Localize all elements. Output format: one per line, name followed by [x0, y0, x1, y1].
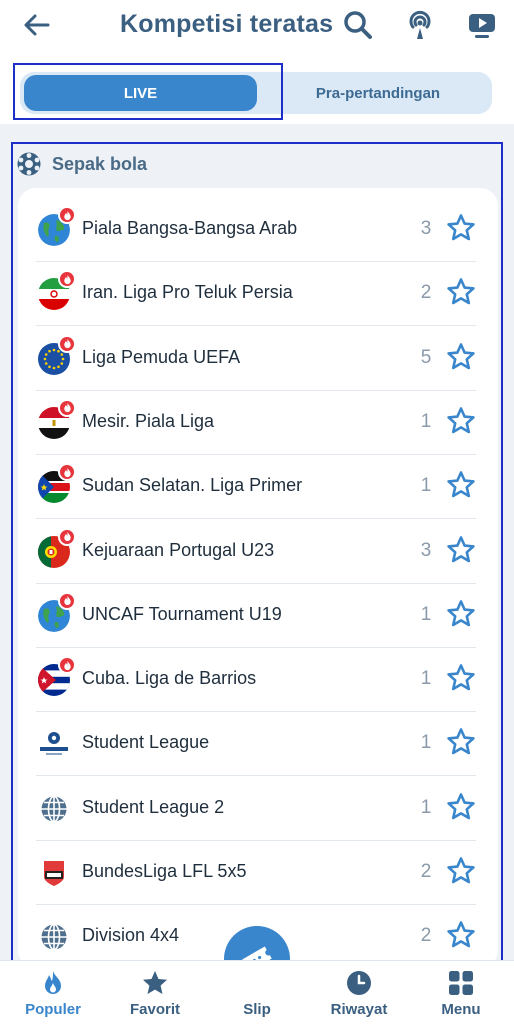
nav-riwayat-label: Riwayat	[330, 1001, 388, 1018]
match-count: 1	[420, 603, 432, 625]
grid-menu-icon	[449, 971, 473, 995]
competition-list: Piala Bangsa-Bangsa Arab 3 Iran. Liga Pro …	[18, 188, 498, 968]
favorite-star-icon[interactable]	[446, 920, 476, 950]
nav-populer-label: Populer	[25, 1001, 81, 1018]
competition-row[interactable]: Iran. Liga Pro Teluk Persia 2	[36, 262, 476, 327]
favorite-star-icon[interactable]	[446, 792, 476, 822]
world-grid-flag-icon	[38, 921, 70, 954]
back-arrow-icon[interactable]	[22, 10, 52, 40]
clock-icon	[347, 971, 371, 995]
page-title: Kompetisi teratas	[120, 10, 334, 38]
video-icon[interactable]	[466, 9, 498, 41]
lfl-logo-flag-icon	[38, 857, 70, 889]
flame-icon	[45, 971, 61, 994]
favorite-star-icon[interactable]	[446, 277, 476, 307]
live-fire-badge-icon	[58, 334, 76, 353]
competition-row[interactable]: Student League 2 1	[36, 777, 476, 841]
soccer-ball-icon	[17, 152, 41, 176]
competition-name: Sudan Selatan. Liga Primer	[82, 475, 303, 496]
nav-populer[interactable]: Populer	[8, 961, 98, 1024]
match-count: 2	[420, 282, 432, 304]
competition-name: Mesir. Piala Liga	[82, 410, 215, 431]
competition-row[interactable]: Student League 1	[36, 712, 476, 777]
competition-row[interactable]: UNCAF Tournament U19 1	[36, 584, 476, 648]
competition-row[interactable]: Cuba. Liga de Barrios 1	[36, 648, 476, 713]
app-header: Kompetisi teratas	[0, 0, 514, 52]
bottom-nav: Populer Favorit Slip Riwayat Menu	[0, 960, 514, 1024]
live-fire-badge-icon	[58, 206, 76, 224]
world-grid-flag-icon	[38, 792, 70, 825]
live-fire-badge-icon	[58, 527, 76, 546]
live-fire-badge-icon	[58, 270, 76, 289]
nav-slip-label: Slip	[243, 1001, 271, 1018]
nav-menu-label: Menu	[441, 1001, 481, 1018]
competition-name: UNCAF Tournament U19	[82, 603, 282, 624]
competition-name: Student League	[82, 732, 210, 753]
competition-name: Kejuaraan Portugal U23	[82, 539, 275, 560]
match-count: 2	[420, 925, 432, 947]
favorite-star-icon[interactable]	[446, 535, 476, 565]
tab-switch: LIVE Pra-pertandingan	[20, 72, 492, 114]
favorite-star-icon[interactable]	[446, 727, 476, 757]
nav-favorit-label: Favorit	[129, 1001, 180, 1018]
live-fire-badge-icon	[58, 398, 76, 417]
nav-menu[interactable]: Menu	[416, 961, 506, 1024]
section-title: Sepak bola	[52, 153, 148, 174]
match-count: 5	[420, 346, 432, 368]
match-count: 2	[420, 861, 432, 882]
competition-name: Cuba. Liga de Barrios	[82, 668, 257, 689]
competition-name: Division 4x4	[82, 925, 180, 946]
favorite-star-icon[interactable]	[446, 406, 476, 436]
nav-riwayat[interactable]: Riwayat	[314, 961, 404, 1024]
match-count: 1	[420, 796, 432, 818]
match-count: 1	[420, 668, 432, 690]
competition-row[interactable]: Mesir. Piala Liga 1	[36, 391, 476, 455]
favorite-star-icon[interactable]	[446, 599, 476, 629]
nav-slip[interactable]: Slip	[212, 961, 302, 1024]
student-logo-flag-icon	[38, 728, 70, 761]
competition-name: Piala Bangsa-Bangsa Arab	[82, 218, 298, 238]
competition-name: BundesLiga LFL 5x5	[82, 861, 247, 881]
favorite-star-icon[interactable]	[446, 342, 476, 372]
match-count: 1	[420, 475, 432, 497]
section-header: Sepak bola	[16, 148, 147, 180]
match-count: 3	[420, 218, 432, 239]
competition-row[interactable]: Liga Pemuda UEFA 5	[36, 327, 476, 391]
search-icon[interactable]	[342, 9, 374, 41]
competition-name: Liga Pemuda UEFA	[82, 346, 241, 367]
favorite-star-icon[interactable]	[446, 856, 476, 886]
tab-live[interactable]: LIVE	[24, 75, 257, 111]
tab-bar-container: LIVE Pra-pertandingan	[0, 52, 514, 124]
competition-name: Iran. Liga Pro Teluk Persia	[82, 282, 293, 303]
favorite-star-icon[interactable]	[446, 213, 476, 243]
live-fire-badge-icon	[58, 591, 76, 610]
nav-favorit[interactable]: Favorit	[110, 961, 200, 1024]
match-count: 3	[420, 539, 432, 561]
favorite-star-icon[interactable]	[446, 470, 476, 500]
match-count: 1	[420, 732, 432, 754]
competition-row[interactable]: BundesLiga LFL 5x5 2	[36, 841, 476, 905]
live-fire-badge-icon	[58, 656, 76, 675]
live-fire-badge-icon	[58, 463, 76, 482]
star-icon	[143, 971, 167, 994]
competition-row[interactable]: Kejuaraan Portugal U23 3	[36, 520, 476, 584]
competition-row[interactable]: Piala Bangsa-Bangsa Arab 3	[36, 198, 476, 262]
tab-pre-match[interactable]: Pra-pertandingan	[273, 75, 483, 111]
live-stream-icon[interactable]	[404, 9, 436, 41]
competition-name: Student League 2	[82, 796, 225, 817]
match-count: 1	[420, 410, 432, 432]
favorite-star-icon[interactable]	[446, 663, 476, 693]
competition-row[interactable]: Sudan Selatan. Liga Primer 1	[36, 455, 476, 520]
